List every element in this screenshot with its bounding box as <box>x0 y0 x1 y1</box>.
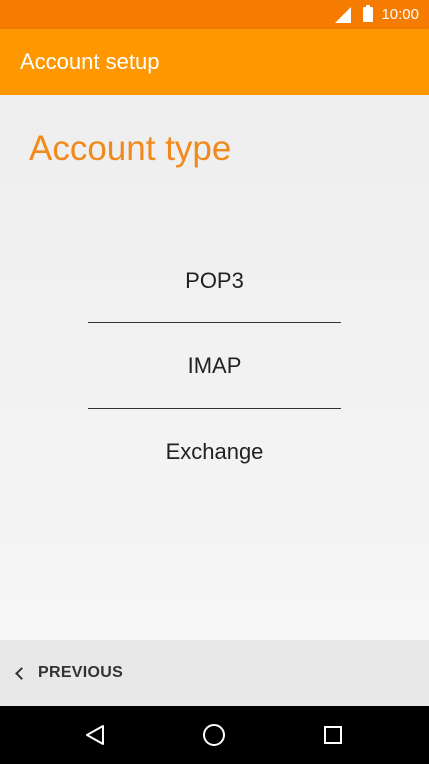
divider <box>88 322 341 323</box>
back-icon <box>84 724 106 746</box>
option-exchange[interactable]: Exchange <box>88 427 341 477</box>
previous-button[interactable]: PREVIOUS <box>12 640 123 706</box>
app-bar-title: Account setup <box>20 49 160 74</box>
page-title: Account type <box>29 129 232 168</box>
divider <box>88 408 341 409</box>
bottom-bar: PREVIOUS <box>0 640 429 706</box>
navigation-bar <box>0 706 429 764</box>
option-pop3[interactable]: POP3 <box>88 256 341 306</box>
nav-home-button[interactable] <box>184 706 244 764</box>
status-icons: 10:00 <box>335 0 419 29</box>
home-icon <box>202 723 226 747</box>
previous-label: PREVIOUS <box>38 664 124 681</box>
nav-back-button[interactable] <box>65 706 125 764</box>
recents-icon <box>322 724 344 746</box>
nav-recents-button[interactable] <box>303 706 363 764</box>
chevron-left-icon <box>15 666 28 680</box>
status-bar: 10:00 <box>0 0 429 29</box>
signal-icon <box>335 6 352 23</box>
main-content: Account type POP3 IMAP Exchange <box>0 95 429 640</box>
battery-icon <box>363 5 374 22</box>
app-bar: Account setup <box>0 29 429 95</box>
status-time: 10:00 <box>381 6 419 23</box>
option-imap[interactable]: IMAP <box>88 341 341 391</box>
